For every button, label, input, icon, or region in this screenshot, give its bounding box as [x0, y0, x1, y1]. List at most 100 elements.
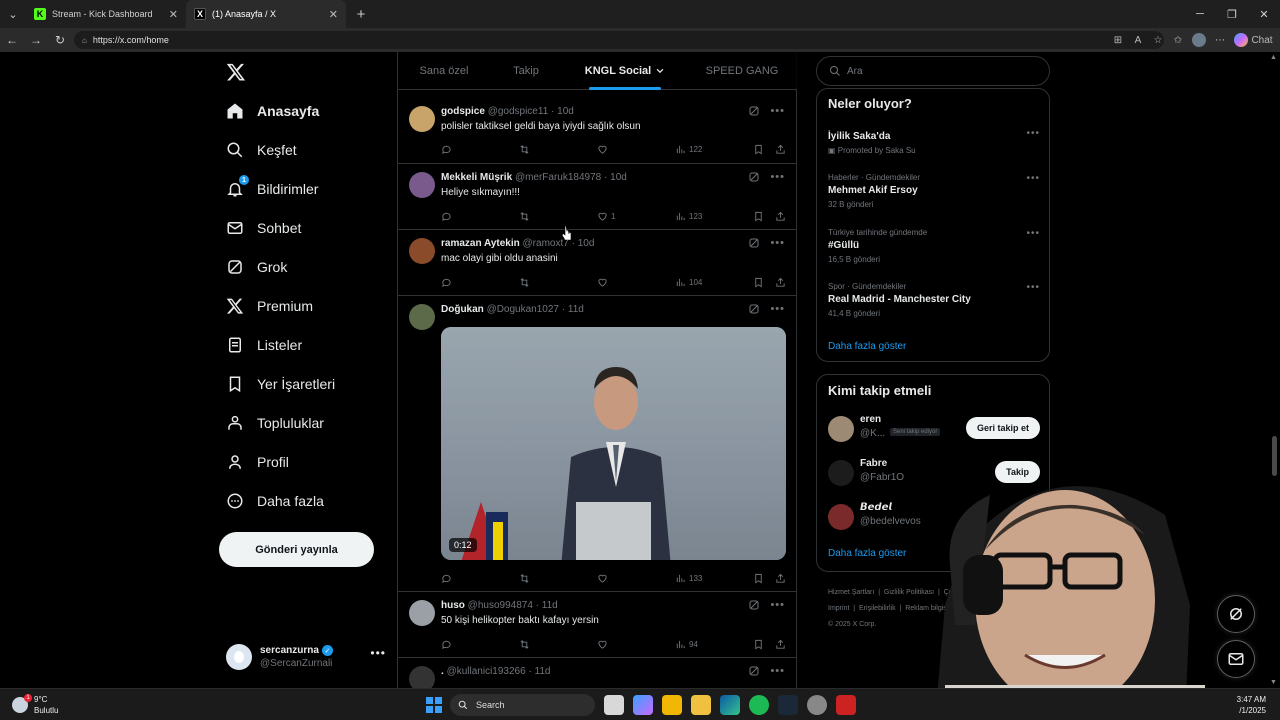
address-bar[interactable]: ⌂ https://x.com/home	[74, 31, 1164, 49]
repost-button[interactable]	[519, 573, 530, 584]
search-box[interactable]	[816, 56, 1050, 86]
favorite-star-icon[interactable]: ☆	[1148, 28, 1168, 52]
avatar[interactable]	[409, 172, 435, 198]
nav-profile[interactable]: Profil	[226, 447, 289, 477]
grok-icon[interactable]	[748, 105, 760, 117]
tweet-author[interactable]: Doğukan	[441, 304, 484, 315]
avatar[interactable]	[409, 106, 435, 132]
tab-for-you[interactable]: Sana özel	[398, 52, 490, 90]
avatar[interactable]	[409, 600, 435, 626]
avatar[interactable]	[828, 416, 854, 442]
like-button[interactable]: 1	[597, 211, 615, 222]
suggestion-name[interactable]: Fabre	[860, 458, 887, 469]
footer-link-accessibility[interactable]: Erişilebilirlik	[859, 605, 896, 612]
repost-button[interactable]	[519, 144, 530, 155]
copilot-chat-button[interactable]: Chat	[1230, 28, 1280, 52]
tab-speed-gang[interactable]: SPEED GANG	[688, 52, 796, 90]
scroll-up-icon[interactable]: ▲	[1270, 54, 1277, 61]
spotify-icon[interactable]	[749, 695, 769, 715]
more-dots-icon[interactable]: •••	[770, 599, 785, 611]
tab-following[interactable]: Takip	[490, 52, 562, 90]
trends-show-more-link[interactable]: Daha fazla göster	[828, 341, 906, 352]
tweet[interactable]: ramazan Aytekin @ramoxt7 · 10d ••• mac o…	[398, 230, 797, 296]
nav-home[interactable]: Anasayfa	[226, 96, 319, 126]
close-tab-icon[interactable]: ✕	[329, 8, 338, 21]
avatar[interactable]	[409, 238, 435, 264]
tweet-author[interactable]: godspice	[441, 106, 485, 117]
reply-button[interactable]	[441, 277, 452, 288]
share-button[interactable]	[775, 277, 786, 288]
new-tab-button[interactable]: +	[350, 3, 372, 25]
more-dots-icon[interactable]: •••	[770, 303, 785, 315]
system-clock[interactable]: 3:47 AM /1/2025	[1237, 694, 1266, 716]
scrollbar-thumb[interactable]	[1272, 436, 1277, 476]
more-dots-icon[interactable]: •••	[770, 171, 785, 183]
reload-button[interactable]: ↻	[48, 28, 72, 52]
repost-button[interactable]	[519, 211, 530, 222]
avatar[interactable]	[828, 460, 854, 486]
tweet-video[interactable]: 0:12	[441, 327, 786, 560]
account-switcher[interactable]: sercanzurna ✓ @SercanZurnali •••	[226, 640, 386, 674]
bookmark-button[interactable]	[753, 211, 764, 222]
bookmark-button[interactable]	[753, 277, 764, 288]
nav-premium[interactable]: Premium	[226, 291, 313, 321]
grok-icon[interactable]	[748, 171, 760, 183]
suggestion-name[interactable]: eren	[860, 414, 881, 425]
grok-icon[interactable]	[748, 665, 760, 677]
search-input[interactable]	[847, 65, 1027, 77]
browser-profile-avatar[interactable]	[1192, 33, 1206, 47]
x-logo-icon[interactable]	[226, 62, 246, 82]
edge-icon[interactable]	[720, 695, 740, 715]
like-button[interactable]	[597, 573, 611, 584]
follow-suggestion[interactable]: eren @K... Seni takip ediyor Geri takip …	[828, 414, 1040, 444]
tweet[interactable]: huso @huso994874 · 11d ••• 50 kişi helik…	[398, 592, 797, 658]
apps-icon[interactable]: ⊞	[1108, 28, 1128, 52]
tweet[interactable]: . @kullanici193266 · 11d •••	[398, 658, 797, 688]
more-dots-icon[interactable]: •••	[770, 665, 785, 677]
nav-messages[interactable]: Sohbet	[226, 213, 301, 243]
suggestion-name[interactable]: 𝘽𝙚𝙙𝙚𝙡	[860, 502, 892, 513]
minimize-button[interactable]: ─	[1184, 0, 1216, 28]
windows-start-icon[interactable]	[426, 697, 442, 713]
tweet-handle[interactable]: @merFaruk184978	[515, 172, 601, 183]
tab-kick-dashboard[interactable]: K Stream - Kick Dashboard ✕	[26, 0, 186, 28]
nav-communities[interactable]: Topluluklar	[226, 408, 324, 438]
tweet[interactable]: Doğukan @Dogukan1027 · 11d ••• 0:12 133	[398, 296, 797, 592]
trend-item[interactable]: Spor · Gündemdekiler Real Madrid - Manch…	[828, 282, 1040, 318]
copilot-icon[interactable]	[633, 695, 653, 715]
post-button[interactable]: Gönderi yayınla	[219, 532, 374, 567]
avatar[interactable]	[409, 304, 435, 330]
taskbar-search[interactable]: Search	[450, 694, 595, 716]
close-tab-icon[interactable]: ✕	[169, 8, 178, 21]
bookmark-button[interactable]	[753, 144, 764, 155]
nav-more[interactable]: Daha fazla	[226, 486, 324, 516]
tab-x-home[interactable]: X (1) Anasayfa / X ✕	[186, 0, 346, 28]
footer-link-imprint[interactable]: Imprint	[828, 605, 849, 612]
grok-icon[interactable]	[748, 237, 760, 249]
views-button[interactable]: 123	[675, 211, 702, 222]
tweet-handle[interactable]: @godspice11	[488, 106, 549, 117]
more-dots-icon[interactable]: •••	[1026, 228, 1040, 239]
page-scrollbar[interactable]: ▲ ▼	[1268, 52, 1280, 688]
read-aloud-icon[interactable]: A	[1128, 28, 1148, 52]
views-button[interactable]: 122	[675, 144, 702, 155]
nav-lists[interactable]: Listeler	[226, 330, 302, 360]
share-button[interactable]	[775, 639, 786, 650]
repost-button[interactable]	[519, 277, 530, 288]
browser-menu-icon[interactable]: ⋯	[1210, 28, 1230, 52]
scroll-down-icon[interactable]: ▼	[1270, 679, 1277, 686]
tweet-author[interactable]: huso	[441, 600, 465, 611]
follow-back-button[interactable]: Geri takip et	[965, 417, 1040, 439]
reply-button[interactable]	[441, 211, 452, 222]
tweet-author[interactable]: .	[441, 666, 444, 677]
repost-button[interactable]	[519, 639, 530, 650]
like-button[interactable]	[597, 639, 611, 650]
share-button[interactable]	[775, 573, 786, 584]
more-dots-icon[interactable]: •••	[770, 105, 785, 117]
share-button[interactable]	[775, 211, 786, 222]
tab-actions-menu[interactable]: ⌄	[0, 0, 26, 28]
avatar[interactable]	[828, 504, 854, 530]
store-icon[interactable]	[662, 695, 682, 715]
views-button[interactable]: 133	[675, 573, 702, 584]
grok-float-button[interactable]	[1217, 595, 1255, 633]
